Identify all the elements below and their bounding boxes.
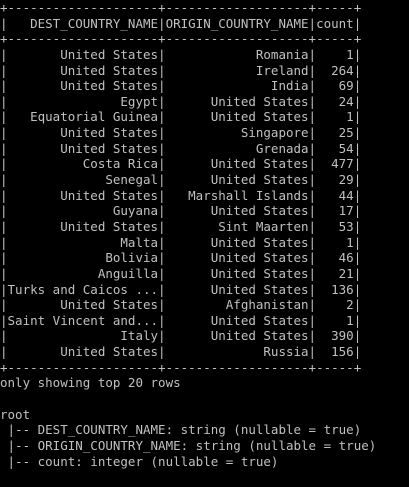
table-row: | Malta| United States| 1| [0, 234, 362, 250]
table-row: | United States| India| 69| [0, 78, 362, 94]
table-border-bottom: +--------------------+------------------… [0, 359, 362, 375]
table-row: | United States| Russia| 156| [0, 344, 362, 360]
schema-field-dest: |-- DEST_COUNTRY_NAME: string (nullable … [0, 422, 362, 438]
table-row: | United States| Singapore| 25| [0, 125, 362, 141]
table-row: |Saint Vincent and...| United States| 1| [0, 312, 362, 328]
schema-field-count: |-- count: integer (nullable = true) [0, 453, 279, 469]
table-row: | United States| Marshall Islands| 44| [0, 187, 362, 203]
table-row: | Egypt| United States| 24| [0, 93, 362, 109]
terminal-output: +--------------------+------------------… [0, 0, 409, 487]
table-row: | Guyana| United States| 17| [0, 203, 362, 219]
table-row: | Italy| United States| 390| [0, 328, 362, 344]
table-row: | Equatorial Guinea| United States| 1| [0, 109, 362, 125]
table-row: | United States| Ireland| 264| [0, 62, 362, 78]
table-row: | United States| Sint Maarten| 53| [0, 218, 362, 234]
table-row: | United States| Romania| 1| [0, 46, 362, 62]
table-row: | United States| Afghanistan| 2| [0, 297, 362, 313]
table-row: | United States| Grenada| 54| [0, 140, 362, 156]
schema-field-origin: |-- ORIGIN_COUNTRY_NAME: string (nullabl… [0, 437, 377, 453]
table-row: | Anguilla| United States| 21| [0, 265, 362, 281]
table-border-top: +--------------------+------------------… [0, 0, 362, 15]
table-header-row: | DEST_COUNTRY_NAME|ORIGIN_COUNTRY_NAME|… [0, 15, 362, 31]
table-row: | Senegal| United States| 29| [0, 172, 362, 188]
row-limit-note: only showing top 20 rows [0, 375, 181, 391]
table-row: | Bolivia| United States| 46| [0, 250, 362, 266]
table-border-header: +--------------------+------------------… [0, 31, 362, 47]
table-row: | Costa Rica| United States| 477| [0, 156, 362, 172]
table-row: |Turks and Caicos ...| United States| 13… [0, 281, 362, 297]
schema-root: root [0, 406, 31, 422]
